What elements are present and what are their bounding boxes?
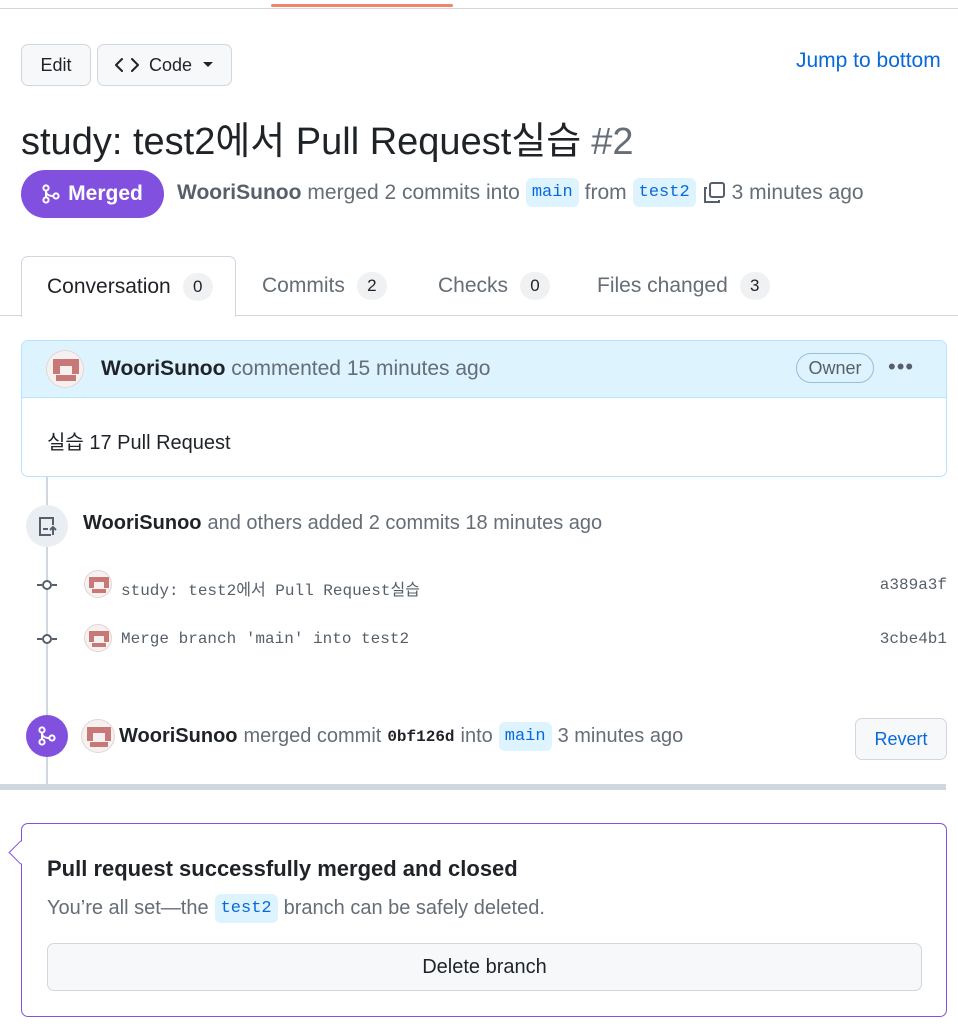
code-button[interactable]: Code <box>97 44 232 86</box>
tab-label: Commits <box>262 274 345 297</box>
comment-author-link[interactable]: WooriSunoo <box>101 357 225 380</box>
comment-body: 실습 17 Pull Request <box>47 432 231 454</box>
pr-merged-text: merged 2 commits into <box>307 180 520 204</box>
merge-box-subtitle: You’re all set—the test2 branch can be s… <box>47 894 545 923</box>
timeline-divider <box>0 784 946 790</box>
merge-box-title: Pull request successfully merged and clo… <box>47 856 518 881</box>
top-progress-accent <box>271 4 453 7</box>
pr-author-link[interactable]: WooriSunoo <box>177 181 301 205</box>
kebab-icon[interactable]: ••• <box>888 354 914 380</box>
delete-branch-label: Delete branch <box>422 955 547 978</box>
merge-author-link[interactable]: WooriSunoo <box>119 725 238 748</box>
repo-push-icon <box>26 505 68 547</box>
avatar[interactable] <box>46 350 84 388</box>
merge-commit-link[interactable]: 0bf126d <box>387 728 454 746</box>
tab-label: Checks <box>438 274 509 297</box>
tab-counter: 0 <box>182 273 213 301</box>
copy-icon[interactable] <box>702 181 726 205</box>
git-merge-icon <box>42 184 60 204</box>
code-button-label: Code <box>148 54 193 75</box>
pr-title: study: test2에서 Pull Request실습 <box>21 121 582 163</box>
tab-files-changed[interactable]: Files changed 3 <box>597 256 770 316</box>
push-event-text: and others added 2 commits 18 minutes ag… <box>207 512 603 534</box>
push-event: WooriSunoo and others added 2 commits 18 … <box>83 512 602 535</box>
merge-sub-prefix: You’re all set—the <box>47 897 209 919</box>
tab-label: Files changed <box>597 274 728 297</box>
merged-status-label: Merged <box>68 182 143 205</box>
head-branch-link[interactable]: test2 <box>632 178 696 207</box>
edit-button-label: Edit <box>40 54 72 75</box>
owner-badge: Owner <box>796 353 874 383</box>
base-branch-link[interactable]: main <box>525 178 579 207</box>
merge-branch-link[interactable]: main <box>498 722 552 751</box>
avatar[interactable] <box>84 570 112 598</box>
code-icon <box>114 58 139 72</box>
merge-sub-suffix: branch can be safely deleted. <box>283 897 545 919</box>
merged-status-badge: Merged <box>21 170 164 218</box>
revert-button-label: Revert <box>874 728 928 749</box>
pr-meta: WooriSunoo merged 2 commits into main fr… <box>177 178 864 207</box>
git-merge-icon <box>26 715 68 757</box>
tab-counter: 0 <box>520 272 551 300</box>
comment-meta: WooriSunoo commented 15 minutes ago <box>101 357 490 381</box>
avatar[interactable] <box>84 624 112 652</box>
commit-message-link[interactable]: Merge branch 'main' into test2 <box>121 630 409 648</box>
merge-event: WooriSunoo merged commit 0bf126d into ma… <box>119 722 683 751</box>
merge-status-box: Pull request successfully merged and clo… <box>8 823 947 1017</box>
comment-card: WooriSunoo commented 15 minutes ago Owne… <box>21 340 947 477</box>
tab-conversation[interactable]: Conversation 0 <box>21 256 236 317</box>
page-title: study: test2에서 Pull Request실습 #2 <box>21 110 633 165</box>
tab-counter: 2 <box>356 272 387 300</box>
tab-commits[interactable]: Commits 2 <box>262 256 387 316</box>
tab-counter: 3 <box>739 272 770 300</box>
git-commit-icon <box>37 634 57 644</box>
avatar[interactable] <box>81 719 115 753</box>
pr-number: #2 <box>591 121 634 163</box>
commit-message-link[interactable]: study: test2에서 Pull Request실습 <box>121 576 420 600</box>
top-progress-bar <box>0 0 958 9</box>
edit-button[interactable]: Edit <box>21 44 91 86</box>
jump-to-bottom-link[interactable]: Jump to bottom <box>796 49 941 73</box>
pr-time: 3 minutes ago <box>731 180 864 204</box>
tab-checks[interactable]: Checks 0 <box>438 256 551 316</box>
commit-sha-link[interactable]: a389a3f <box>880 576 947 594</box>
merge-box-pointer <box>8 840 33 865</box>
comment-action: commented 15 minutes ago <box>231 357 491 380</box>
push-author-link[interactable]: WooriSunoo <box>83 512 202 535</box>
merge-into-text: into <box>460 725 493 747</box>
comment-header: WooriSunoo commented 15 minutes ago Owne… <box>22 341 946 398</box>
pr-from-text: from <box>584 180 627 204</box>
git-commit-icon <box>37 580 57 590</box>
caret-down-icon <box>203 62 214 67</box>
merge-time: 3 minutes ago <box>557 725 684 747</box>
merge-box-branch[interactable]: test2 <box>214 894 278 923</box>
revert-button[interactable]: Revert <box>855 718 947 760</box>
merge-event-text: merged commit <box>243 725 382 747</box>
commit-sha-link[interactable]: 3cbe4b1 <box>880 630 947 648</box>
tab-label: Conversation <box>47 275 171 298</box>
delete-branch-button[interactable]: Delete branch <box>47 943 922 991</box>
